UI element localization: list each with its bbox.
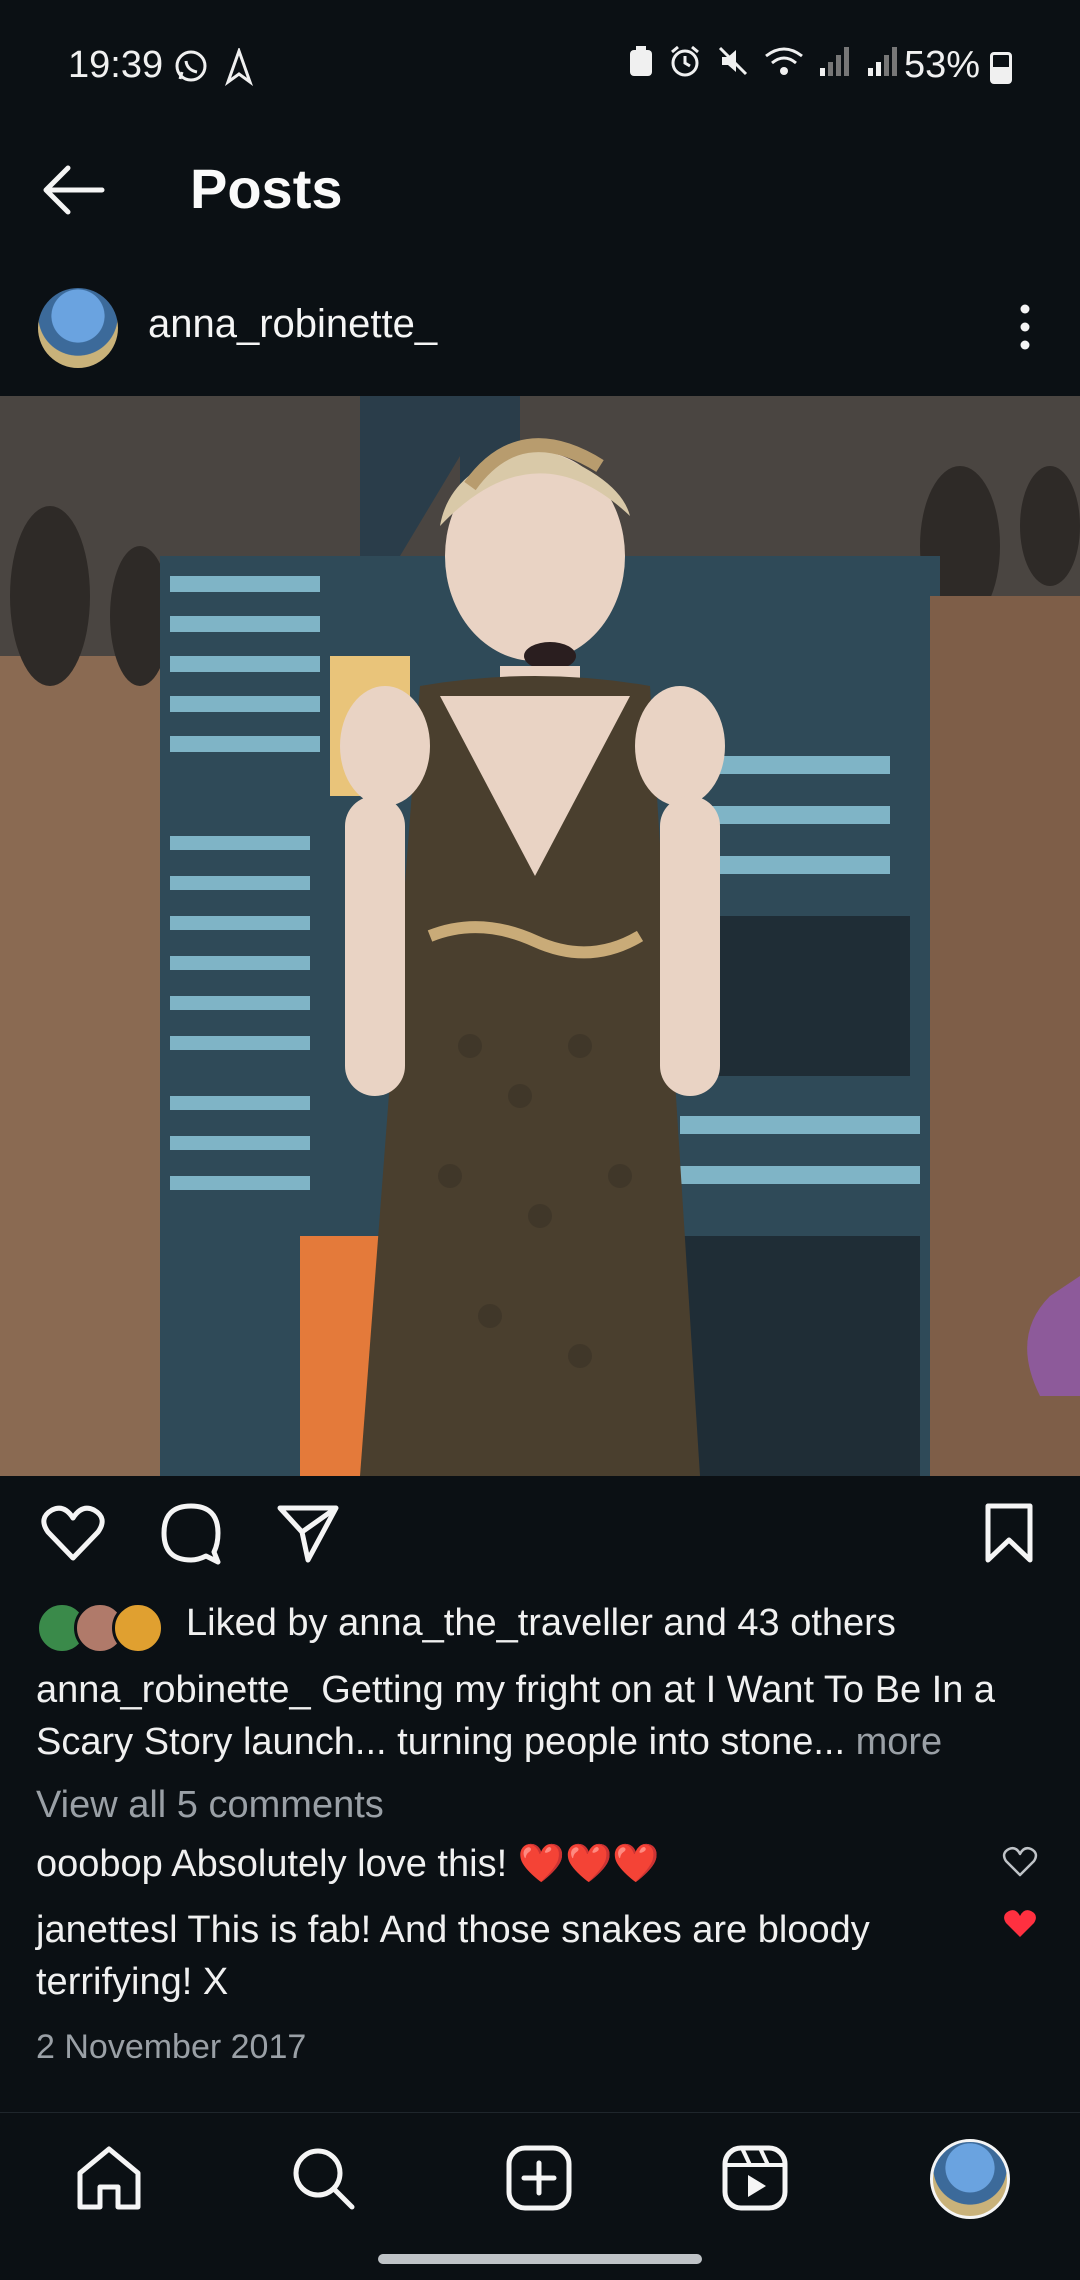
battery-icon bbox=[990, 52, 1012, 84]
battery-level-fill bbox=[993, 67, 1009, 81]
view-comments-link[interactable]: View all 5 comments bbox=[36, 1784, 384, 1827]
status-time: 19:39 bbox=[68, 44, 164, 86]
whatsapp-icon bbox=[175, 50, 207, 82]
avatar[interactable] bbox=[38, 288, 118, 368]
page-title: Posts bbox=[190, 157, 343, 220]
bottom-nav bbox=[0, 2112, 1080, 2243]
heart-icon[interactable] bbox=[40, 1500, 106, 1566]
comment: ooobop Absolutely love this! ❤️❤️❤️ bbox=[36, 1838, 976, 1890]
comment-username[interactable]: janettesl bbox=[36, 1909, 178, 1951]
bookmark-icon[interactable] bbox=[976, 1500, 1042, 1566]
avatar bbox=[112, 1602, 164, 1654]
navigation-icon bbox=[224, 48, 254, 86]
post-photo[interactable] bbox=[0, 396, 1080, 1476]
post-date: 2 November 2017 bbox=[36, 2028, 307, 2066]
comment: janettesl This is fab! And those snakes … bbox=[36, 1904, 976, 2008]
more-link[interactable]: more bbox=[845, 1721, 943, 1763]
post-header: anna_robinette_ bbox=[0, 280, 1080, 396]
caption-username[interactable]: anna_robinette_ bbox=[36, 1669, 311, 1711]
reels-icon[interactable] bbox=[720, 2143, 790, 2213]
signal-icon bbox=[868, 47, 897, 76]
mute-icon bbox=[718, 46, 748, 76]
battery-percent: 53% bbox=[903, 44, 980, 86]
arrow-left-icon[interactable] bbox=[38, 160, 108, 220]
app-header: Posts bbox=[0, 130, 1080, 250]
heart-filled-icon[interactable] bbox=[1002, 1906, 1038, 1940]
liker-avatars bbox=[36, 1602, 166, 1654]
vpn-icon bbox=[630, 46, 652, 76]
profile-avatar[interactable] bbox=[930, 2139, 1010, 2219]
alarm-icon bbox=[671, 45, 699, 77]
comment-username[interactable]: ooobop bbox=[36, 1843, 163, 1885]
signal-icon bbox=[820, 47, 849, 76]
create-icon[interactable] bbox=[504, 2143, 574, 2213]
home-icon[interactable] bbox=[74, 2143, 144, 2213]
photo-image bbox=[0, 396, 1080, 1476]
comment-icon[interactable] bbox=[158, 1500, 224, 1566]
home-indicator[interactable] bbox=[378, 2254, 702, 2264]
post-username[interactable]: anna_robinette_ bbox=[148, 302, 437, 347]
search-icon[interactable] bbox=[288, 2143, 358, 2213]
wifi-icon bbox=[765, 47, 803, 75]
more-vertical-icon[interactable] bbox=[1010, 302, 1040, 352]
share-icon[interactable] bbox=[274, 1500, 340, 1566]
comment-text: Absolutely love this! ❤️❤️❤️ bbox=[171, 1843, 660, 1885]
heart-outline-icon[interactable] bbox=[1002, 1844, 1038, 1878]
status-bar: 19:39 53% bbox=[0, 0, 1080, 130]
post-actions bbox=[0, 1500, 1080, 1580]
likes-text: Liked by anna_the_traveller and 43 other… bbox=[186, 1602, 896, 1644]
caption: anna_robinette_ Getting my fright on at … bbox=[36, 1664, 1046, 1768]
likes-row[interactable]: Liked by anna_the_traveller and 43 other… bbox=[36, 1598, 1046, 1656]
